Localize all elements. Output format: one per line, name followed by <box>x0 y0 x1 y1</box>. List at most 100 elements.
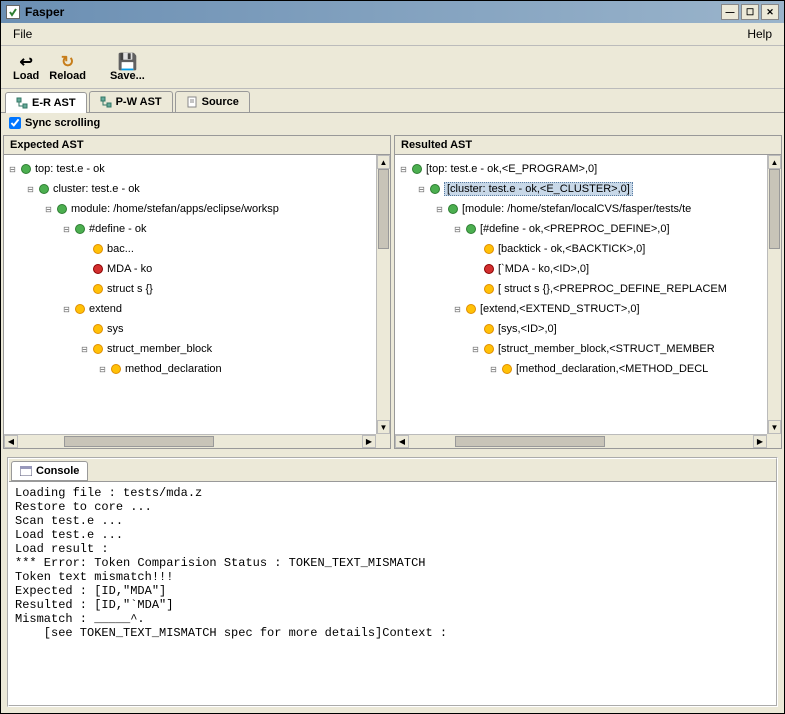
tree-node-label[interactable]: [backtick - ok,<BACKTICK>,0] <box>498 243 645 255</box>
titlebar[interactable]: Fasper — ☐ ✕ <box>1 1 784 23</box>
tree-row[interactable]: ⊟ [#define - ok,<PREPROC_DEFINE>,0] <box>399 219 777 239</box>
tree-node-label[interactable]: top: test.e - ok <box>35 163 105 175</box>
tree-row[interactable]: ⊟ struct_member_block <box>8 339 386 359</box>
collapse-icon[interactable]: ⊟ <box>453 225 462 234</box>
app-window: Fasper — ☐ ✕ File Help ↩ Load ↻ Reload 💾… <box>0 0 785 714</box>
green-status-icon <box>75 224 85 234</box>
tree-row[interactable]: [ struct s {},<PREPROC_DEFINE_REPLACEM <box>399 279 777 299</box>
tree-row[interactable]: ⊟ module: /home/stefan/apps/eclipse/works… <box>8 199 386 219</box>
collapse-icon[interactable]: ⊟ <box>489 365 498 374</box>
main-tabs: E-R AST P-W AST Source <box>1 89 784 113</box>
tree-node-label[interactable]: cluster: test.e - ok <box>53 183 140 195</box>
tree-row[interactable]: ⊟ [top: test.e - ok,<E_PROGRAM>,0] <box>399 159 777 179</box>
tree-node-label[interactable]: [struct_member_block,<STRUCT_MEMBER <box>498 343 715 355</box>
resulted-hscroll[interactable]: ◀▶ <box>395 434 767 448</box>
collapse-icon[interactable]: ⊟ <box>98 365 107 374</box>
tree-row[interactable]: ⊟ [module: /home/stefan/localCVS/fasper/t… <box>399 199 777 219</box>
maximize-button[interactable]: ☐ <box>741 4 759 20</box>
collapse-icon[interactable]: ⊟ <box>471 345 480 354</box>
tree-row[interactable]: struct s {} <box>8 279 386 299</box>
tree-node-label[interactable]: [module: /home/stefan/localCVS/fasper/te… <box>462 203 691 215</box>
load-icon: ↩ <box>19 52 32 70</box>
collapse-icon[interactable]: ⊟ <box>399 165 408 174</box>
tree-node-label[interactable]: [top: test.e - ok,<E_PROGRAM>,0] <box>426 163 597 175</box>
tree-node-label[interactable]: [#define - ok,<PREPROC_DEFINE>,0] <box>480 223 670 235</box>
tab-source-label: Source <box>202 96 239 108</box>
tree-node-label[interactable]: [sys,<ID>,0] <box>498 323 557 335</box>
collapse-icon[interactable]: ⊟ <box>453 305 462 314</box>
tree-row[interactable]: ⊟ #define - ok <box>8 219 386 239</box>
tree-row[interactable]: ⊟ [method_declaration,<METHOD_DECL <box>399 359 777 379</box>
green-status-icon <box>39 184 49 194</box>
tab-pw-ast[interactable]: P-W AST <box>89 91 173 112</box>
leaf-icon <box>80 325 89 334</box>
resulted-tree[interactable]: ⊟[top: test.e - ok,<E_PROGRAM>,0]⊟[clust… <box>395 155 781 448</box>
tree-node-label[interactable]: bac... <box>107 243 134 255</box>
leaf-icon <box>471 325 480 334</box>
tree-row[interactable]: ⊟ method_declaration <box>8 359 386 379</box>
green-status-icon <box>21 164 31 174</box>
tree-node-label[interactable]: [cluster: test.e - ok,<E_CLUSTER>,0] <box>444 182 633 196</box>
tree-node-label[interactable]: struct s {} <box>107 283 153 295</box>
collapse-icon[interactable]: ⊟ <box>62 305 71 314</box>
sync-scrolling-checkbox[interactable] <box>9 117 21 129</box>
expected-tree[interactable]: ⊟ top: test.e - ok ⊟ cluster: test.e - ok ⊟ m… <box>4 155 390 448</box>
tree-node-label[interactable]: extend <box>89 303 122 315</box>
console-output[interactable]: Loading file : tests/mda.z Restore to co… <box>9 481 776 705</box>
tree-node-label[interactable]: module: /home/stefan/apps/eclipse/worksp <box>71 203 279 215</box>
tree-node-label[interactable]: #define - ok <box>89 223 146 235</box>
tree-node-label[interactable]: [method_declaration,<METHOD_DECL <box>516 363 708 375</box>
collapse-icon[interactable]: ⊟ <box>417 185 426 194</box>
collapse-icon[interactable]: ⊟ <box>435 205 444 214</box>
green-status-icon <box>57 204 67 214</box>
tree-icon <box>16 97 28 109</box>
collapse-icon[interactable]: ⊟ <box>44 205 53 214</box>
tree-row[interactable]: ⊟ [cluster: test.e - ok,<E_CLUSTER>,0] <box>399 179 777 199</box>
tree-row[interactable]: [`MDA - ko,<ID>,0] <box>399 259 777 279</box>
sync-scrolling-row: Sync scrolling <box>1 113 784 133</box>
collapse-icon[interactable]: ⊟ <box>80 345 89 354</box>
minimize-button[interactable]: — <box>721 4 739 20</box>
resulted-vscroll[interactable]: ▲▼ <box>767 155 781 434</box>
tree-row[interactable]: ⊟ [struct_member_block,<STRUCT_MEMBER <box>399 339 777 359</box>
tree-node-label[interactable]: [ struct s {},<PREPROC_DEFINE_REPLACEM <box>498 283 727 295</box>
load-label: Load <box>13 70 39 82</box>
reload-label: Reload <box>49 70 86 82</box>
expected-vscroll[interactable]: ▲▼ <box>376 155 390 434</box>
tab-er-ast[interactable]: E-R AST <box>5 92 87 113</box>
tree-node-label[interactable]: MDA - ko <box>107 263 152 275</box>
menu-help[interactable]: Help <box>741 25 778 43</box>
tree-node-label[interactable]: [`MDA - ko,<ID>,0] <box>498 263 589 275</box>
green-status-icon <box>448 204 458 214</box>
save-label: Save... <box>110 70 145 82</box>
tree-row[interactable]: MDA - ko <box>8 259 386 279</box>
tree-row[interactable]: bac... <box>8 239 386 259</box>
tree-row[interactable]: sys <box>8 319 386 339</box>
tab-source[interactable]: Source <box>175 91 250 112</box>
tree-row[interactable]: ⊟ [extend,<EXTEND_STRUCT>,0] <box>399 299 777 319</box>
collapse-icon[interactable]: ⊟ <box>62 225 71 234</box>
tree-row[interactable]: [sys,<ID>,0] <box>399 319 777 339</box>
tree-row[interactable]: ⊟ cluster: test.e - ok <box>8 179 386 199</box>
console-panel: Console Loading file : tests/mda.z Resto… <box>7 457 778 707</box>
load-button[interactable]: ↩ Load <box>9 50 43 84</box>
tree-node-label[interactable]: sys <box>107 323 124 335</box>
save-button[interactable]: 💾 Save... <box>106 50 149 84</box>
toolbar: ↩ Load ↻ Reload 💾 Save... <box>1 46 784 89</box>
tree-row[interactable]: ⊟ top: test.e - ok <box>8 159 386 179</box>
close-button[interactable]: ✕ <box>761 4 779 20</box>
collapse-icon[interactable]: ⊟ <box>26 185 35 194</box>
collapse-icon[interactable]: ⊟ <box>8 165 17 174</box>
tree-row[interactable]: [backtick - ok,<BACKTICK>,0] <box>399 239 777 259</box>
tree-node-label[interactable]: struct_member_block <box>107 343 212 355</box>
tree-node-label[interactable]: method_declaration <box>125 363 222 375</box>
reload-button[interactable]: ↻ Reload <box>45 50 90 84</box>
tree-node-label[interactable]: [extend,<EXTEND_STRUCT>,0] <box>480 303 640 315</box>
menubar: File Help <box>1 23 784 46</box>
yellow-status-icon <box>484 244 494 254</box>
red-status-icon <box>484 264 494 274</box>
expected-hscroll[interactable]: ◀▶ <box>4 434 376 448</box>
tree-row[interactable]: ⊟ extend <box>8 299 386 319</box>
console-tab[interactable]: Console <box>11 461 88 481</box>
menu-file[interactable]: File <box>7 25 38 43</box>
